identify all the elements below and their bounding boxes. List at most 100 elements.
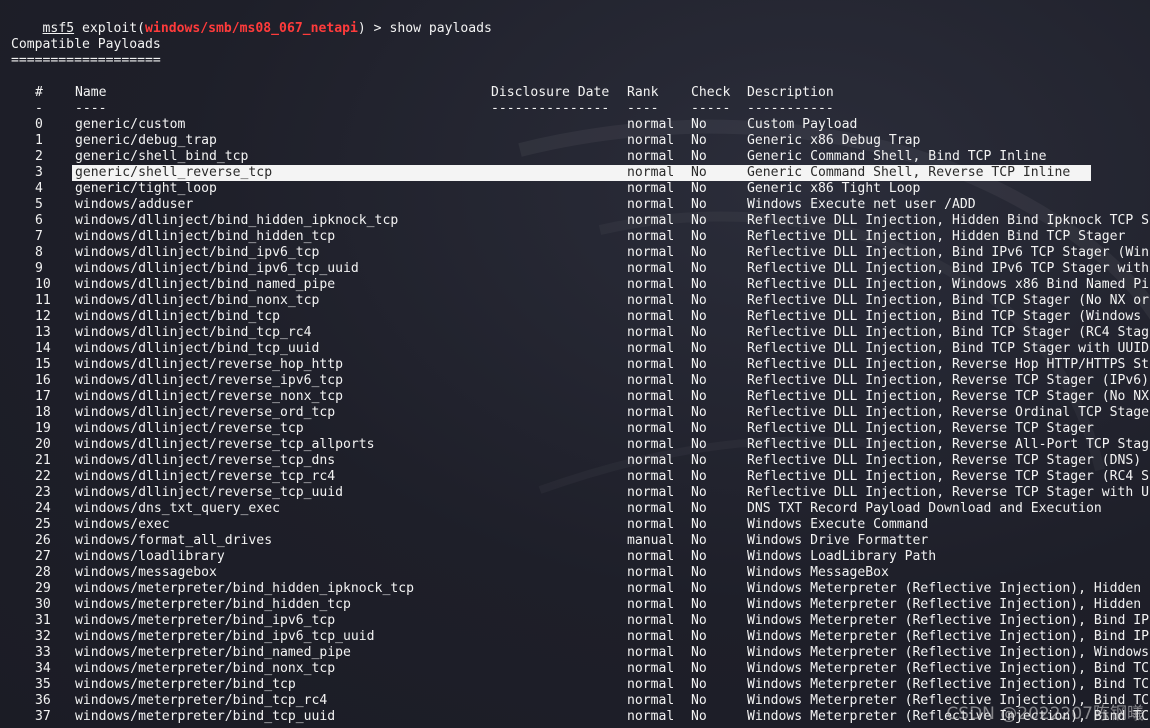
table-row[interactable]: 24 windows/dns_txt_query_exec normal No DNS …	[0, 501, 1150, 517]
payload-rank: normal	[627, 581, 675, 596]
row-number: 11	[35, 293, 51, 308]
payload-description: Generic x86 Tight Loop	[747, 181, 921, 196]
payload-description: Windows Meterpreter (Reflective Injectio…	[747, 613, 1150, 628]
payload-name: windows/exec	[75, 517, 170, 532]
payload-description: Reflective DLL Injection, Bind IPv6 TCP …	[747, 245, 1150, 260]
table-row[interactable]: 3 generic/shell_reverse_tcp normal No Generi…	[0, 165, 1150, 181]
table-row[interactable]: 5 windows/adduser normal No Windows Execute …	[0, 197, 1150, 213]
payload-check: No	[691, 437, 707, 452]
table-row[interactable]: 25 windows/exec normal No Windows Execute Co…	[0, 517, 1150, 533]
row-number: 16	[35, 373, 51, 388]
payload-rank: normal	[627, 693, 675, 708]
table-row[interactable]: 28 windows/messagebox normal No Windows Mess…	[0, 565, 1150, 581]
row-number: 13	[35, 325, 51, 340]
section-underline: ===================	[11, 53, 161, 68]
table-row[interactable]: 1 generic/debug_trap normal No Generic x86 D…	[0, 133, 1150, 149]
command-prompt-line: msf5 exploit(windows/smb/ms08_067_netapi…	[11, 5, 492, 36]
table-row[interactable]: 12 windows/dllinject/bind_tcp normal No Refl…	[0, 309, 1150, 325]
payload-name: windows/dllinject/bind_ipv6_tcp_uuid	[75, 261, 359, 276]
divider-num: -	[35, 101, 43, 116]
table-row[interactable]: 13 windows/dllinject/bind_tcp_rc4 normal No…	[0, 325, 1150, 341]
table-row[interactable]: 34 windows/meterpreter/bind_nonx_tcp norma…	[0, 661, 1150, 677]
payload-name: windows/dllinject/bind_ipv6_tcp	[75, 245, 320, 260]
payload-rank: normal	[627, 389, 675, 404]
row-number: 26	[35, 533, 51, 548]
payload-check: No	[691, 453, 707, 468]
payload-name: windows/dllinject/bind_nonx_tcp	[75, 293, 320, 308]
terminal-window[interactable]: msf5 exploit(windows/smb/ms08_067_netapi…	[0, 0, 1150, 728]
table-row[interactable]: 2 generic/shell_bind_tcp normal No Generic C…	[0, 149, 1150, 165]
row-number: 35	[35, 677, 51, 692]
payload-name: windows/dllinject/reverse_tcp	[75, 421, 304, 436]
payload-description: Windows Execute net user /ADD	[747, 197, 976, 212]
table-row[interactable]: 31 windows/meterpreter/bind_ipv6_tcp norma…	[0, 613, 1150, 629]
payload-name: windows/meterpreter/bind_tcp_rc4	[75, 693, 328, 708]
payload-name: windows/meterpreter/bind_named_pipe	[75, 645, 351, 660]
table-row[interactable]: 11 windows/dllinject/bind_nonx_tcp normal N…	[0, 293, 1150, 309]
table-row[interactable]: 21 windows/dllinject/reverse_tcp_dns norma…	[0, 453, 1150, 469]
msf-prompt: msf5	[42, 21, 75, 36]
table-row[interactable]: 23 windows/dllinject/reverse_tcp_uuid norm…	[0, 485, 1150, 501]
header-disclosure-date: Disclosure Date	[491, 85, 610, 100]
row-number: 17	[35, 389, 51, 404]
row-number: 22	[35, 469, 51, 484]
payload-description: Generic Command Shell, Bind TCP Inline	[747, 149, 1047, 164]
payload-rank: normal	[627, 709, 675, 724]
row-number: 8	[35, 245, 43, 260]
payload-rank: normal	[627, 357, 675, 372]
payload-check: No	[691, 405, 707, 420]
divider-description: -----------	[747, 101, 834, 116]
payload-description: Reflective DLL Injection, Reverse TCP St…	[747, 421, 1094, 436]
row-number: 2	[35, 149, 43, 164]
payload-rank: normal	[627, 677, 675, 692]
payload-name: windows/format_all_drives	[75, 533, 273, 548]
header-num: #	[35, 85, 43, 100]
payload-check: No	[691, 165, 707, 180]
table-row[interactable]: 32 windows/meterpreter/bind_ipv6_tcp_uuid…	[0, 629, 1150, 645]
payload-check: No	[691, 213, 707, 228]
payload-rank: normal	[627, 485, 675, 500]
exploit-suffix: ) >	[357, 21, 390, 36]
table-row[interactable]: 15 windows/dllinject/reverse_hop_http norm…	[0, 357, 1150, 373]
payload-name: windows/dns_txt_query_exec	[75, 501, 280, 516]
payload-name: windows/loadlibrary	[75, 549, 225, 564]
payload-description: Generic Command Shell, Reverse TCP Inlin…	[747, 165, 1071, 180]
payload-check: No	[691, 149, 707, 164]
row-number: 37	[35, 709, 51, 724]
payload-rank: normal	[627, 597, 675, 612]
payload-description: Reflective DLL Injection, Bind TCP Stage…	[747, 309, 1142, 324]
row-number: 18	[35, 405, 51, 420]
payload-name: windows/meterpreter/bind_ipv6_tcp_uuid	[75, 629, 375, 644]
table-row[interactable]: 27 windows/loadlibrary normal No Windows Loa…	[0, 549, 1150, 565]
payload-rank: normal	[627, 517, 675, 532]
row-number: 14	[35, 341, 51, 356]
table-row[interactable]: 0 generic/custom normal No Custom Payload	[0, 117, 1150, 133]
header-description: Description	[747, 85, 834, 100]
table-row[interactable]: 10 windows/dllinject/bind_named_pipe norma…	[0, 277, 1150, 293]
payload-rank: normal	[627, 261, 675, 276]
table-row[interactable]: 33 windows/meterpreter/bind_named_pipe nor…	[0, 645, 1150, 661]
table-row[interactable]: 20 windows/dllinject/reverse_tcp_allports…	[0, 437, 1150, 453]
table-row[interactable]: 30 windows/meterpreter/bind_hidden_tcp nor…	[0, 597, 1150, 613]
table-row[interactable]: 18 windows/dllinject/reverse_ord_tcp norma…	[0, 405, 1150, 421]
table-row[interactable]: 17 windows/dllinject/reverse_nonx_tcp norm…	[0, 389, 1150, 405]
table-row[interactable]: 6 windows/dllinject/bind_hidden_ipknock_t…	[0, 213, 1150, 229]
payload-description: Windows Meterpreter (Reflective Injectio…	[747, 677, 1150, 692]
payload-check: No	[691, 485, 707, 500]
payload-check: No	[691, 197, 707, 212]
table-row[interactable]: 26 windows/format_all_drives manual No Windo…	[0, 533, 1150, 549]
table-row[interactable]: 14 windows/dllinject/bind_tcp_uuid normal N…	[0, 341, 1150, 357]
table-row[interactable]: 19 windows/dllinject/reverse_tcp normal No R…	[0, 421, 1150, 437]
table-row[interactable]: 22 windows/dllinject/reverse_tcp_rc4 norma…	[0, 469, 1150, 485]
table-row[interactable]: 35 windows/meterpreter/bind_tcp normal No Wi…	[0, 677, 1150, 693]
payload-check: No	[691, 693, 707, 708]
table-row[interactable]: 7 windows/dllinject/bind_hidden_tcp normal…	[0, 229, 1150, 245]
header-check: Check	[691, 85, 731, 100]
table-row[interactable]: 4 generic/tight_loop normal No Generic x86 T…	[0, 181, 1150, 197]
table-row[interactable]: 29 windows/meterpreter/bind_hidden_ipknoc…	[0, 581, 1150, 597]
table-row[interactable]: 8 windows/dllinject/bind_ipv6_tcp normal No…	[0, 245, 1150, 261]
payload-name: windows/meterpreter/bind_tcp	[75, 677, 296, 692]
payload-description: Reflective DLL Injection, Reverse All-Po…	[747, 437, 1150, 452]
table-row[interactable]: 9 windows/dllinject/bind_ipv6_tcp_uuid nor…	[0, 261, 1150, 277]
table-row[interactable]: 16 windows/dllinject/reverse_ipv6_tcp norm…	[0, 373, 1150, 389]
